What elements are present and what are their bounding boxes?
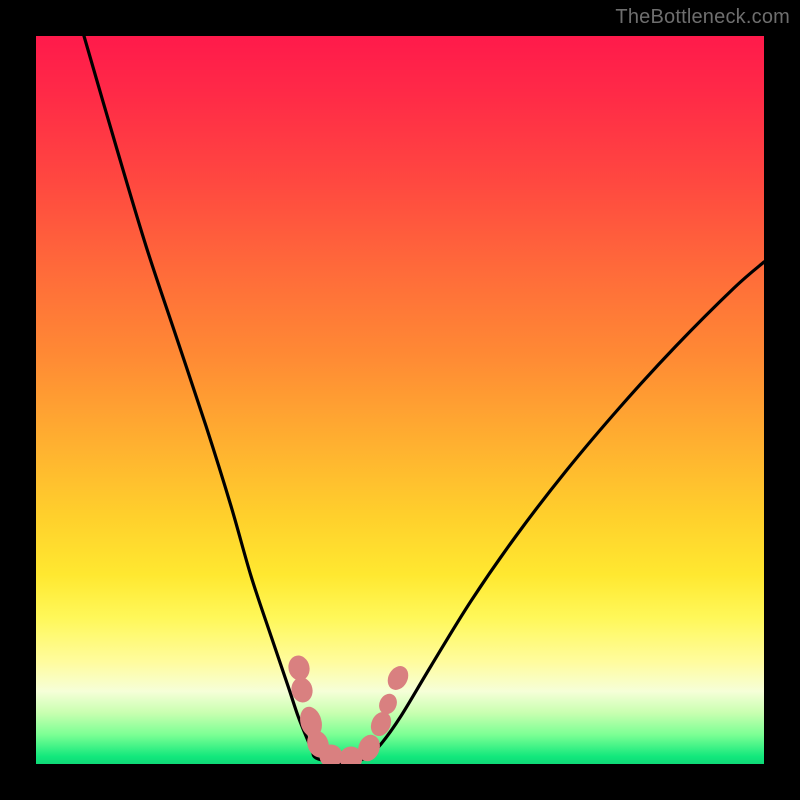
chart-frame: TheBottleneck.com [0, 0, 800, 800]
valley-marker [287, 654, 312, 682]
plot-area [36, 36, 764, 764]
watermark-text: TheBottleneck.com [615, 6, 790, 29]
valley-marker [384, 663, 411, 693]
valley-marker [320, 745, 342, 764]
bottleneck-curve-svg [36, 36, 764, 764]
bottleneck-curve [84, 36, 764, 763]
